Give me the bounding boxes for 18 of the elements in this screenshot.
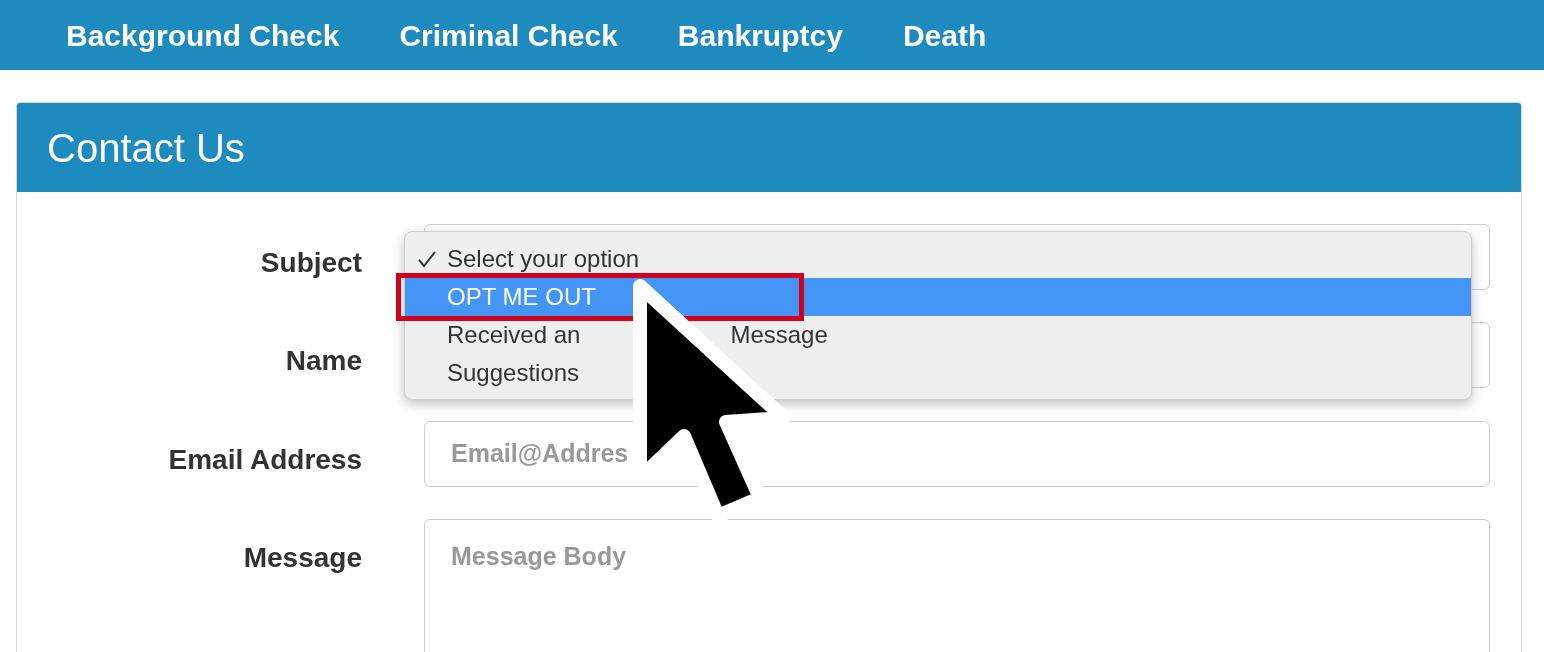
nav-link[interactable]: Bankruptcy <box>677 12 843 58</box>
dropdown-option[interactable]: Suggestions <box>405 354 1471 392</box>
dropdown-option[interactable]: OPT ME OUT <box>405 278 1471 316</box>
nav-link[interactable]: Death <box>902 12 987 58</box>
field-label: Message <box>243 541 362 575</box>
placeholder: Message Body <box>451 542 627 570</box>
dropdown-option[interactable]: Select your option <box>405 240 1471 278</box>
dropdown-option[interactable]: Received an Message <box>405 316 1471 354</box>
panel-title: Contact Us <box>47 124 245 172</box>
field-label: Email Address <box>168 443 362 477</box>
placeholder: Email@Addres <box>451 438 629 470</box>
checkmark-icon <box>417 249 437 269</box>
nav-link[interactable]: Criminal Check <box>399 12 618 58</box>
input-field[interactable]: Email@Addres <box>424 421 1490 487</box>
field-label: Subject <box>260 246 362 280</box>
message-field[interactable]: Message Body <box>424 519 1490 652</box>
nav-link[interactable]: Background Check <box>66 12 340 58</box>
field-label: Name <box>285 344 362 378</box>
